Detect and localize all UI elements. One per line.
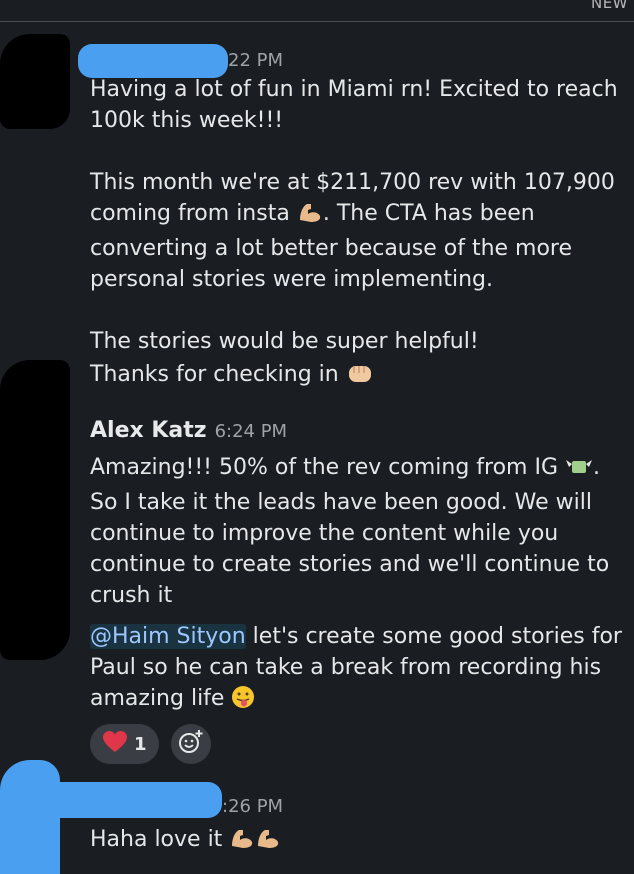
message-text: Amazing!!! 50% of the rev coming from IG: [90, 455, 559, 480]
new-messages-divider: NEW: [0, 0, 634, 24]
message-1: 22 PM Having a lot of fun in Miami rn! E…: [90, 48, 628, 394]
reactions-row: 1: [90, 724, 211, 764]
reaction-count: 1: [134, 733, 147, 755]
message-line: This month we're at $211,700 rev with 10…: [90, 167, 628, 295]
redacted-avatar: [0, 360, 70, 660]
message-timestamp[interactable]: 22 PM: [228, 50, 283, 71]
message-line: Haha love it: [90, 824, 628, 859]
redacted-avatar: [0, 34, 70, 129]
money-wings-icon: [565, 456, 593, 487]
heart-icon: [102, 730, 128, 759]
flexed-biceps-icon: [255, 826, 281, 859]
message-timestamp[interactable]: :26 PM: [222, 796, 283, 817]
new-label: NEW: [590, 0, 628, 12]
message-timestamp[interactable]: 6:24 PM: [215, 421, 288, 442]
message-line: @Haim Sityon let's create some good stor…: [90, 621, 628, 718]
add-reaction-button[interactable]: [170, 724, 211, 764]
user-mention-link[interactable]: @Haim Sityon: [90, 624, 246, 649]
flexed-biceps-icon: [229, 826, 255, 859]
message-line: Thanks for checking in: [90, 359, 628, 394]
message-line: Amazing!!! 50% of the rev coming from IG…: [90, 452, 628, 611]
message-2: Alex Katz 6:24 PM Amazing!!! 50% of the r…: [90, 418, 628, 718]
divider-line: [0, 21, 634, 22]
message-3: :26 PM Haha love it: [90, 792, 628, 859]
tongue-face-icon: [231, 685, 255, 718]
message-line: The stories would be super helpful!: [90, 329, 479, 354]
add-emoji-icon: [178, 729, 204, 759]
message-line: Having a lot of fun in Miami rn! Excited…: [90, 77, 618, 133]
message-text: Thanks for checking in: [90, 362, 339, 387]
author-name[interactable]: Alex Katz: [90, 418, 207, 443]
flexed-biceps-icon: [297, 200, 323, 233]
heart-reaction-button[interactable]: 1: [90, 724, 159, 764]
message-text: Haha love it: [90, 827, 223, 852]
fist-icon: [346, 361, 374, 394]
